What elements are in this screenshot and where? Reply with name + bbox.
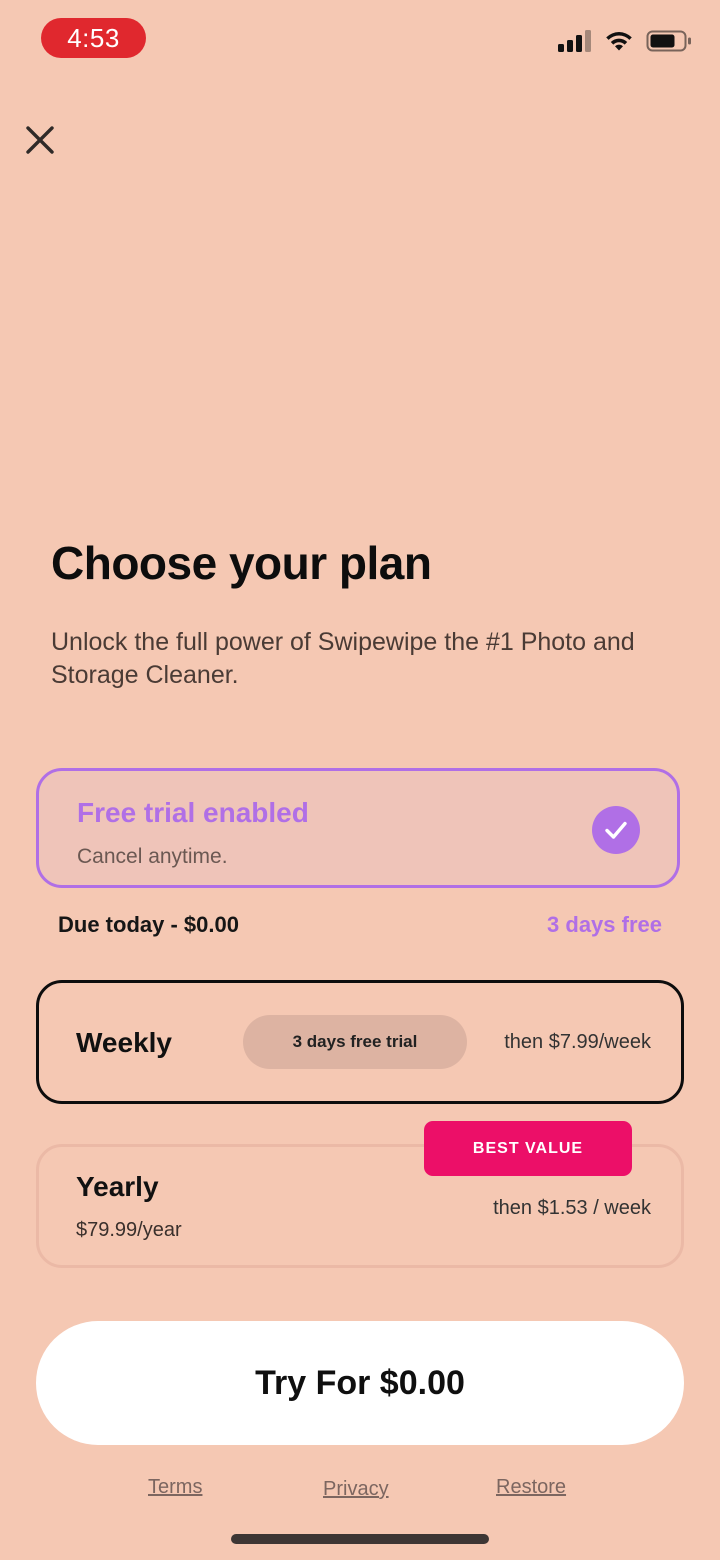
cellular-signal-icon [558, 30, 591, 52]
free-trial-title: Free trial enabled [77, 797, 309, 828]
page-title: Choose your plan [51, 537, 432, 589]
checkmark-icon [592, 806, 640, 854]
free-trial-subtitle: Cancel anytime. [77, 845, 228, 868]
status-icons [558, 30, 692, 52]
days-free-label: 3 days free [547, 912, 662, 937]
page-subtitle: Unlock the full power of Swipewipe the #… [51, 628, 635, 689]
best-value-badge: BEST VALUE [424, 1121, 632, 1176]
free-trial-toggle[interactable]: Free trial enabled Cancel anytime. [36, 768, 680, 888]
plan-price-note: then $1.53 / week [493, 1197, 651, 1219]
plan-name: Yearly [76, 1171, 159, 1202]
plan-option-weekly[interactable]: Weekly 3 days free trial then $7.99/week [36, 980, 684, 1104]
restore-link[interactable]: Restore [496, 1476, 566, 1499]
wifi-icon [606, 32, 632, 51]
status-time: 4:53 [41, 18, 146, 58]
home-indicator [231, 1534, 489, 1544]
due-today-label: Due today - $0.00 [58, 912, 239, 937]
close-icon [26, 126, 54, 154]
plan-yearly-price: $79.99/year [76, 1219, 182, 1241]
terms-link[interactable]: Terms [148, 1476, 202, 1499]
trial-badge: 3 days free trial [243, 1015, 467, 1069]
try-button[interactable]: Try For $0.00 [36, 1321, 684, 1445]
close-button[interactable] [20, 120, 60, 160]
privacy-link[interactable]: Privacy [323, 1478, 389, 1501]
battery-icon [646, 30, 691, 52]
plan-price-note: then $7.99/week [504, 1031, 651, 1053]
plan-name: Weekly [76, 1027, 172, 1058]
